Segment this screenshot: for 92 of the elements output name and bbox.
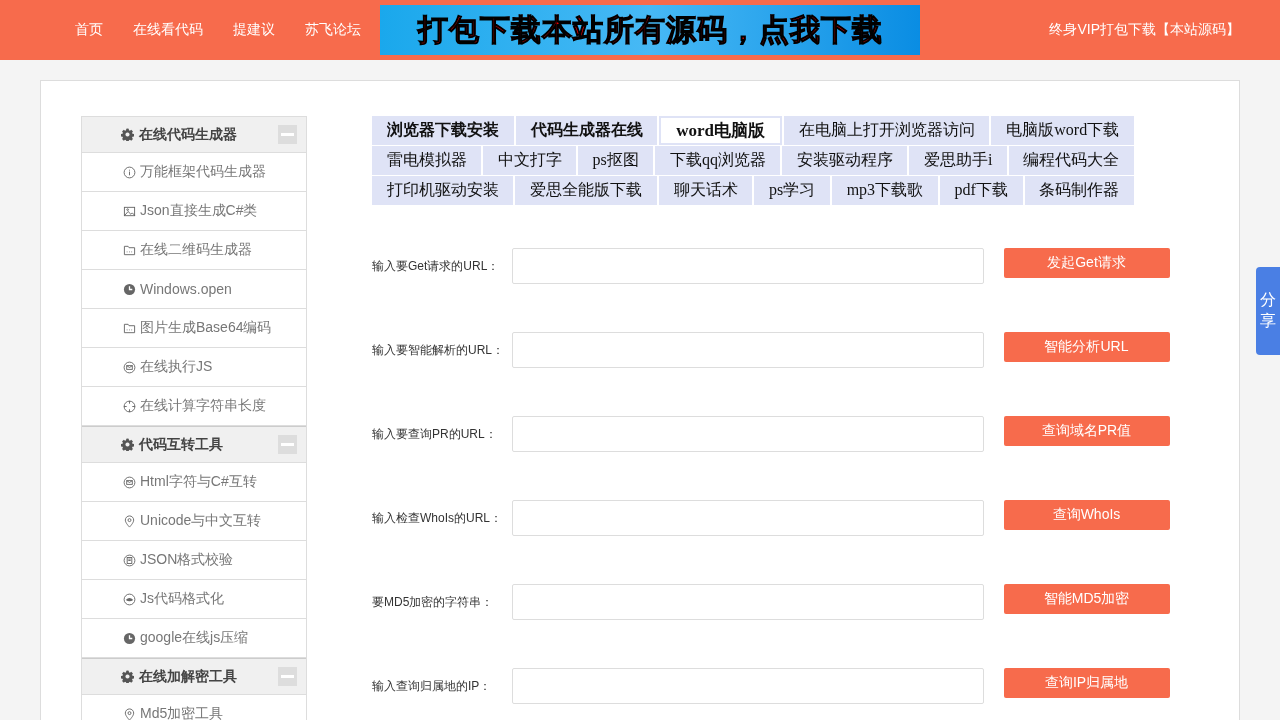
gear-icon (121, 438, 134, 451)
mail-icon (123, 475, 136, 489)
sidebar-item[interactable]: JSON格式校验 (82, 541, 306, 580)
collapse-icon[interactable] (278, 435, 297, 454)
keyword-tag[interactable]: 代码生成器在线 (515, 116, 658, 145)
item-label: google在线js压缩 (140, 629, 249, 647)
item-label: 在线二维码生成器 (140, 241, 252, 259)
image-icon (123, 204, 136, 218)
nav-link[interactable]: 首页 (60, 21, 118, 39)
action-button[interactable]: 智能MD5加密 (1003, 584, 1170, 614)
keyword-tag[interactable]: 编程代码大全 (1008, 146, 1134, 175)
keyword-tag[interactable]: ps学习 (754, 176, 830, 205)
field-label: 输入检查WhoIs的URL： (372, 509, 503, 527)
item-label: Json直接生成C#类 (140, 202, 258, 220)
keyword-tag[interactable]: 爱思助手i (909, 146, 1007, 175)
keyword-tag[interactable]: 打印机驱动安装 (372, 176, 514, 205)
item-label: 万能框架代码生成器 (140, 163, 266, 181)
keyword-tag[interactable]: pdf下载 (939, 176, 1023, 205)
sidebar-item[interactable]: 图片生成Base64编码 (82, 309, 306, 348)
group-title: 在线加解密工具 (139, 667, 238, 686)
sidebar-item[interactable]: 在线执行JS (82, 348, 306, 387)
action-button[interactable]: 查询域名PR值 (1003, 416, 1170, 446)
action-button[interactable]: 智能分析URL (1003, 332, 1170, 362)
eye-icon (123, 592, 136, 606)
input-field[interactable] (512, 416, 984, 452)
item-label: Md5加密工具 (140, 705, 224, 720)
crosshair-icon (123, 399, 136, 413)
sidebar-item[interactable]: Md5加密工具 (82, 695, 306, 720)
input-field[interactable] (512, 668, 984, 704)
sidebar-item[interactable]: Json直接生成C#类 (82, 192, 306, 231)
gear-icon (121, 128, 134, 141)
field-label: 输入查询归属地的IP： (372, 677, 493, 695)
keyword-tag[interactable]: 浏览器下载安装 (372, 116, 514, 145)
item-label: 图片生成Base64编码 (140, 319, 272, 337)
sidebar-item[interactable]: Unicode与中文互转 (82, 502, 306, 541)
sidebar-group-header[interactable]: 代码互转工具 (82, 426, 306, 463)
info-icon (123, 165, 136, 179)
clock-icon (123, 631, 136, 645)
item-label: Windows.open (140, 281, 232, 297)
collapse-icon[interactable] (278, 667, 297, 686)
keyword-tag[interactable]: 在电脑上打开浏览器访问 (783, 116, 990, 145)
keyword-tag[interactable]: 安装驱动程序 (782, 146, 908, 175)
sidebar-group-header[interactable]: 在线加解密工具 (82, 658, 306, 695)
folder-icon (123, 243, 136, 257)
field-label: 输入要查询PR的URL： (372, 425, 498, 443)
field-label: 输入要Get请求的URL： (372, 257, 501, 275)
nav-link[interactable]: 苏飞论坛 (290, 21, 376, 39)
item-label: 在线计算字符串长度 (140, 397, 266, 415)
input-field[interactable] (512, 248, 984, 284)
input-field[interactable] (512, 332, 984, 368)
action-button[interactable]: 查询WhoIs (1003, 500, 1170, 530)
nav-link[interactable]: 提建议 (218, 21, 290, 39)
sidebar-item[interactable]: 万能框架代码生成器 (82, 153, 306, 192)
keyword-tag[interactable]: 爱思全能版下载 (515, 176, 657, 205)
vip-link[interactable]: 终身VIP打包下载【本站源码】 (1049, 21, 1240, 39)
clock-icon (123, 282, 136, 296)
share-tab[interactable]: 分享 (1256, 267, 1280, 355)
item-label: Js代码格式化 (140, 590, 224, 608)
sidebar-item[interactable]: Windows.open (82, 270, 306, 309)
item-label: 在线执行JS (140, 358, 213, 376)
keyword-tag[interactable]: 条码制作器 (1024, 176, 1134, 205)
keyword-tag[interactable]: 聊天话术 (658, 176, 753, 205)
sidebar-item[interactable]: Js代码格式化 (82, 580, 306, 619)
pin-icon (123, 514, 136, 528)
sidebar-group-header[interactable]: 在线代码生成器 (82, 117, 306, 153)
nav-link[interactable]: 在线看代码 (118, 21, 218, 39)
folder-icon (123, 321, 136, 335)
action-button[interactable]: 查询IP归属地 (1003, 668, 1170, 698)
keyword-tag[interactable]: 中文打字 (483, 146, 577, 175)
field-label: 输入要智能解析的URL： (372, 341, 505, 359)
pin-icon (123, 707, 136, 720)
mail-icon (123, 360, 136, 374)
field-label: 要MD5加密的字符串： (372, 593, 495, 611)
collapse-icon[interactable] (278, 125, 297, 144)
keyword-tag[interactable]: 雷电模拟器 (372, 146, 482, 175)
keyword-tag[interactable]: word电脑版 (659, 116, 782, 145)
sidebar-item[interactable]: Html字符与C#互转 (82, 463, 306, 502)
input-field[interactable] (512, 500, 984, 536)
keyword-tag[interactable]: 电脑版word下载 (991, 116, 1135, 145)
gear-icon (121, 670, 134, 683)
keyword-tag[interactable]: mp3下载歌 (831, 176, 938, 205)
action-button[interactable]: 发起Get请求 (1003, 248, 1170, 278)
input-field[interactable] (512, 584, 984, 620)
group-title: 在线代码生成器 (139, 125, 238, 144)
download-banner[interactable]: 打包下载本站所有源码，点我下载 (380, 5, 920, 55)
keyword-tag[interactable]: 下载qq浏览器 (655, 146, 781, 175)
item-label: JSON格式校验 (140, 551, 234, 569)
keyword-tag[interactable]: ps抠图 (578, 146, 654, 175)
group-title: 代码互转工具 (139, 435, 224, 454)
sidebar-item[interactable]: 在线二维码生成器 (82, 231, 306, 270)
item-label: Html字符与C#互转 (140, 473, 257, 491)
item-label: Unicode与中文互转 (140, 512, 262, 530)
